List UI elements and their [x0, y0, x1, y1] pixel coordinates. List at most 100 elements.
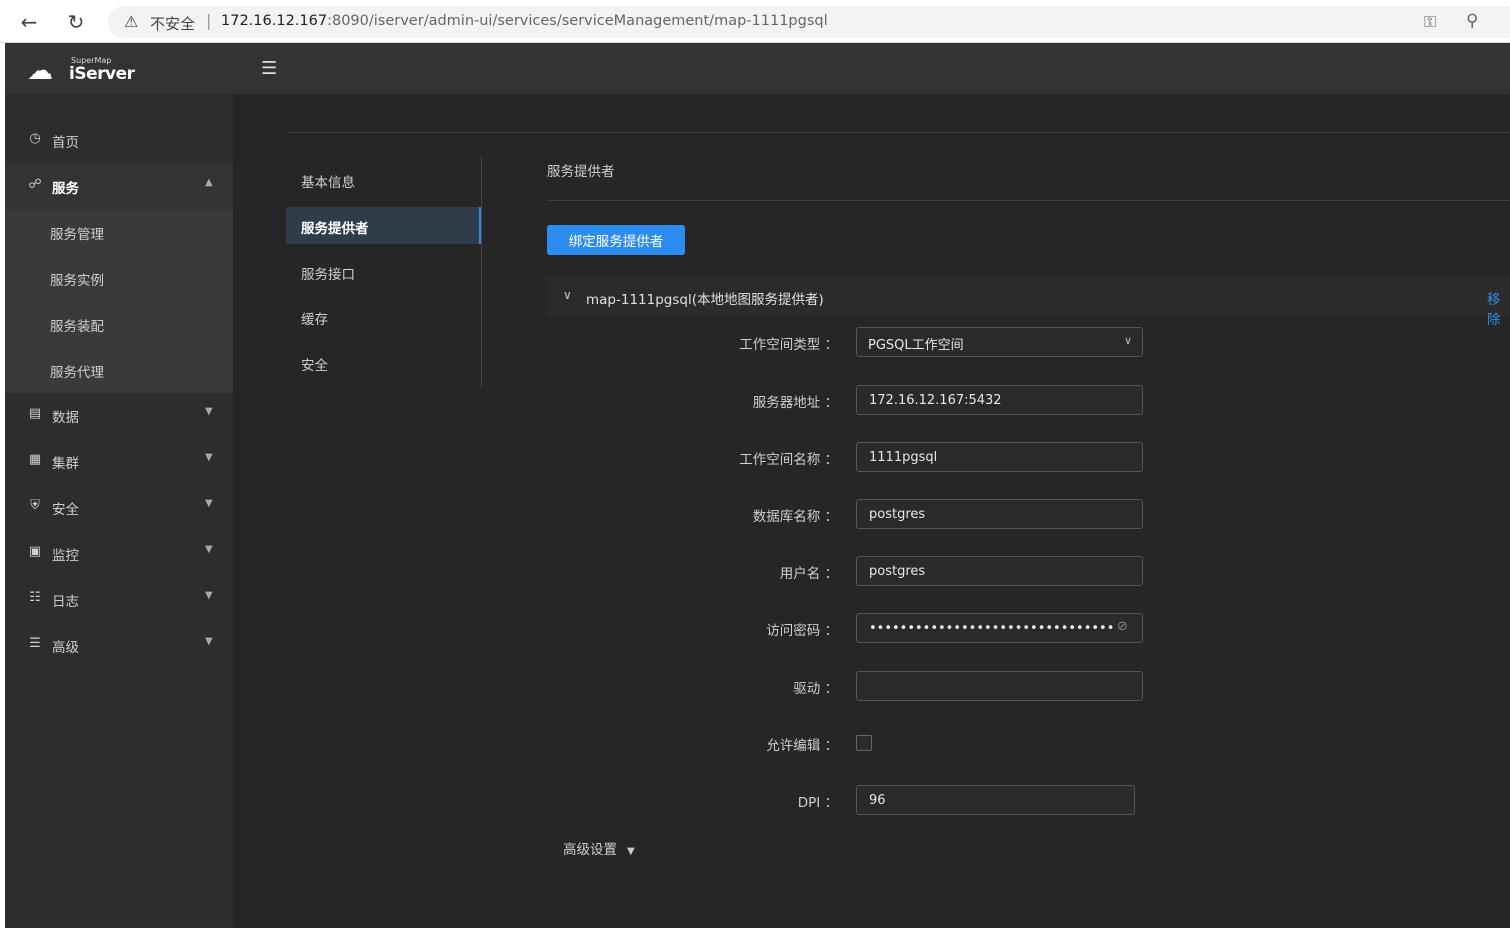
password-input[interactable]: [856, 613, 1143, 643]
form-row-username: 用户名 ：: [547, 556, 1510, 586]
editable-label: 允许编辑 ：: [766, 738, 838, 754]
form-row-editable: 允许编辑 ：: [547, 728, 1510, 758]
chevron-down-icon: ▼: [205, 636, 213, 647]
vertical-tabs: 基本信息 服务提供者 服务接口 缓存 安全: [286, 156, 482, 388]
chevron-down-icon[interactable]: ∨: [563, 288, 572, 302]
provider-name: map-1111pgsql(本地地图服务提供者): [586, 292, 824, 308]
dpi-input[interactable]: [856, 785, 1135, 815]
form-row-workspace-type: 工作空间类型 ： PGSQL工作空间 ∨: [547, 327, 1510, 357]
provider-panel-header[interactable]: ∨ map-1111pgsql(本地地图服务提供者) 移除: [547, 276, 1510, 328]
tab-service-provider[interactable]: 服务提供者: [286, 207, 481, 244]
divider: [286, 132, 1510, 133]
tab-basic-info[interactable]: 基本信息: [286, 161, 481, 198]
driver-input[interactable]: [856, 671, 1143, 701]
sidebar-item-data[interactable]: ▤ 数据 ▼: [5, 392, 233, 438]
caret-down-icon: ▼: [627, 846, 635, 857]
tab-label: 安全: [301, 358, 328, 374]
reload-icon[interactable]: ↻: [63, 9, 89, 35]
key-icon[interactable]: ⚿: [1424, 12, 1436, 32]
driver-label: 驱动 ：: [793, 681, 838, 697]
sidebar-item-label: 监控: [52, 548, 79, 564]
sliders-icon: ☰: [29, 636, 41, 651]
section-title: 服务提供者: [547, 164, 615, 180]
warning-icon: ⚠: [124, 12, 139, 31]
main-content: 基本信息 服务提供者 服务接口 缓存 安全 服务提供者 绑定服务提供者 ∨ ma…: [256, 94, 1510, 928]
dashboard-icon: ◷: [29, 131, 41, 146]
menu-collapse-icon[interactable]: ☰: [261, 58, 277, 79]
sidebar: ◷ 首页 ☍ 服务 ▲ 服务管理 服务实例 服务装配 服务代理 ▤ 数据 ▼ ▦…: [5, 94, 233, 928]
app-window: ☁ SuperMap iServer ☰ ◷ 首页 ☍ 服务 ▲ 服务管理 服务…: [5, 43, 1510, 928]
zoom-icon[interactable]: ⚲: [1466, 11, 1478, 31]
sidebar-item-cluster[interactable]: ▦ 集群 ▼: [5, 438, 233, 484]
form-row-dpi: DPI ：: [547, 785, 1510, 815]
tab-label: 服务提供者: [301, 221, 369, 237]
server-address-label: 服务器地址 ：: [752, 395, 838, 411]
cloud-logo-icon: ☁: [27, 56, 53, 86]
workspace-type-select[interactable]: PGSQL工作空间 ∨: [856, 327, 1143, 357]
url-host: 172.16.12.167: [221, 13, 328, 29]
browser-toolbar: ← ↻ ⚠ 不安全 | 172.16.12.167:8090/iserver/a…: [0, 0, 1510, 43]
db-name-input[interactable]: [856, 499, 1143, 529]
divider: [547, 200, 1510, 201]
database-icon: ▤: [28, 406, 42, 421]
log-icon: ☷: [29, 590, 41, 605]
sidebar-item-label: 集群: [52, 456, 79, 472]
chevron-down-icon: ∨: [1123, 334, 1132, 347]
bind-provider-button[interactable]: 绑定服务提供者: [547, 225, 685, 255]
sidebar-subitem-management[interactable]: 服务管理: [50, 223, 104, 243]
workspace-name-input[interactable]: [856, 442, 1143, 472]
chevron-down-icon: ▼: [205, 498, 213, 509]
username-label: 用户名 ：: [779, 566, 838, 582]
tab-label: 服务接口: [301, 267, 355, 283]
sidebar-item-label: 首页: [52, 135, 79, 151]
username-input[interactable]: [856, 556, 1143, 586]
tab-label: 缓存: [301, 312, 328, 328]
tab-service-interface[interactable]: 服务接口: [286, 253, 481, 290]
app-header: ☁ SuperMap iServer ☰: [5, 43, 1510, 94]
chevron-up-icon: ▲: [205, 177, 213, 188]
form-row-password: 访问密码 ： ⊘: [547, 613, 1510, 643]
sidebar-item-home[interactable]: ◷ 首页: [5, 117, 233, 163]
advanced-settings-toggle[interactable]: 高级设置 ▼: [563, 838, 635, 858]
sidebar-item-service[interactable]: ☍ 服务 ▲: [5, 163, 233, 209]
select-value: PGSQL工作空间: [868, 338, 964, 353]
server-address-input[interactable]: [856, 385, 1143, 415]
sidebar-item-monitor[interactable]: ▣ 监控 ▼: [5, 530, 233, 576]
workspace-name-label: 工作空间名称 ：: [739, 452, 838, 468]
tab-cache[interactable]: 缓存: [286, 298, 481, 335]
form-row-db-name: 数据库名称 ：: [547, 499, 1510, 529]
back-arrow-icon[interactable]: ←: [16, 9, 42, 35]
form-row-server: 服务器地址 ：: [547, 385, 1510, 415]
db-name-label: 数据库名称 ：: [752, 509, 838, 525]
shield-icon: ⛨: [30, 498, 40, 513]
sidebar-item-label: 服务: [52, 181, 79, 197]
chevron-down-icon: ▼: [205, 590, 213, 601]
editable-checkbox[interactable]: [856, 735, 872, 751]
dpi-label: DPI ：: [797, 795, 838, 811]
sidebar-subitem-instances[interactable]: 服务实例: [50, 269, 104, 289]
insecure-label: 不安全: [150, 15, 196, 33]
sidebar-item-label: 数据: [52, 410, 79, 426]
sidebar-subitem-assembly[interactable]: 服务装配: [50, 315, 104, 335]
sidebar-item-label: 高级: [52, 640, 79, 656]
chevron-down-icon: ▼: [205, 544, 213, 555]
sidebar-item-log[interactable]: ☷ 日志 ▼: [5, 576, 233, 622]
monitor-icon: ▣: [28, 544, 42, 559]
workspace-type-label: 工作空间类型 ：: [739, 337, 838, 353]
eye-off-icon[interactable]: ⊘: [1117, 619, 1128, 634]
sidebar-subitem-proxy[interactable]: 服务代理: [50, 361, 104, 381]
service-submenu: 服务管理 服务实例 服务装配 服务代理: [5, 209, 233, 393]
service-icon: ☍: [28, 177, 42, 192]
sidebar-item-advanced[interactable]: ☰ 高级 ▼: [5, 622, 233, 668]
sidebar-item-label: 日志: [52, 594, 79, 610]
sidebar-item-security[interactable]: ⛨ 安全 ▼: [5, 484, 233, 530]
tab-security[interactable]: 安全: [286, 344, 481, 381]
remove-link[interactable]: 移除: [1487, 288, 1510, 328]
address-bar[interactable]: ⚠ 不安全 | 172.16.12.167:8090/iserver/admin…: [108, 6, 1510, 38]
chevron-down-icon: ▼: [205, 452, 213, 463]
logo[interactable]: ☁ SuperMap iServer: [27, 55, 137, 87]
tab-label: 基本信息: [301, 175, 355, 191]
cluster-icon: ▦: [28, 452, 42, 467]
form-row-workspace-name: 工作空间名称 ：: [547, 442, 1510, 472]
url-text[interactable]: 172.16.12.167:8090/iserver/admin-ui/serv…: [221, 13, 828, 29]
